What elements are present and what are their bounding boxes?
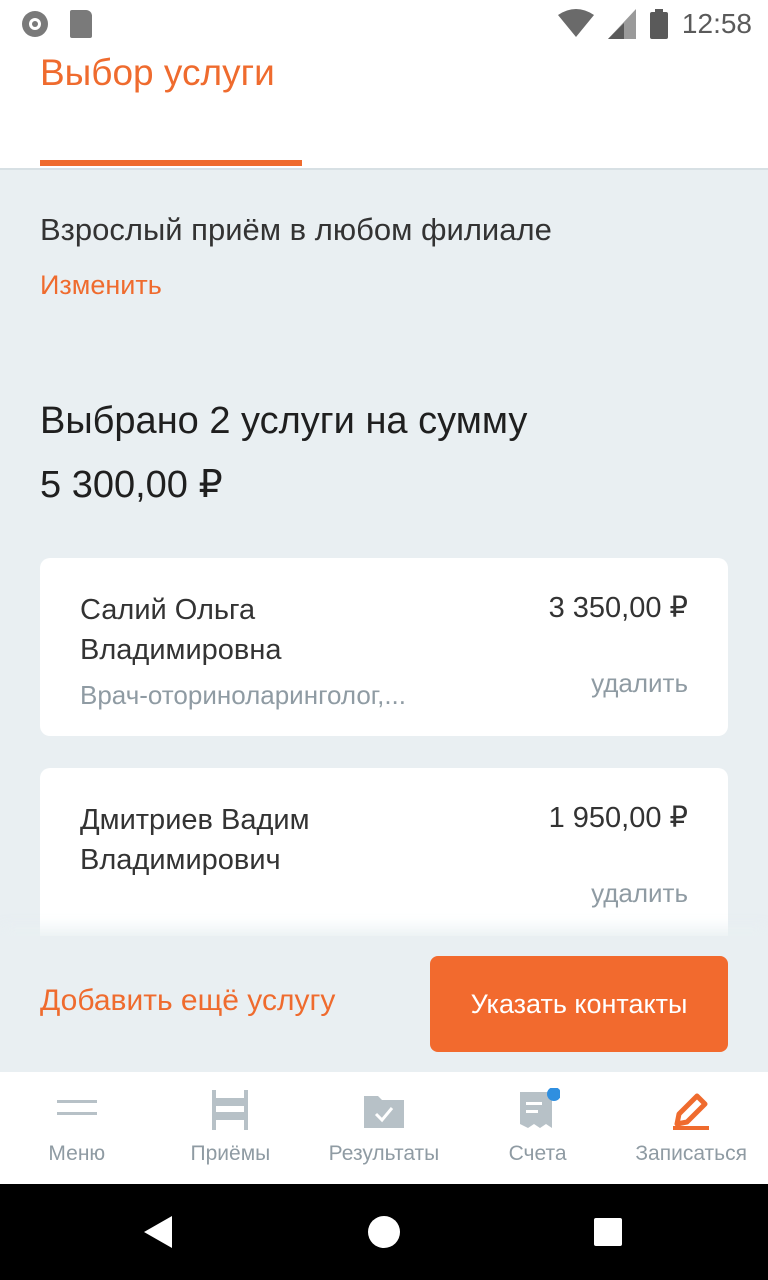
menu-icon [56,1100,97,1115]
page-title: Выбор услуги [40,52,275,93]
pencil-icon [673,1093,710,1130]
change-service-link[interactable]: Изменить [40,270,162,301]
bottom-tab-bar: Меню Приёмы Результаты Счета Записаться [0,1072,768,1184]
remove-service-button[interactable]: удалить [591,878,688,909]
tab-results[interactable]: Результаты [307,1072,461,1184]
tab-bills[interactable]: Счета [461,1072,615,1184]
tab-label: Счета [508,1142,567,1165]
appointments-icon [212,1090,249,1130]
add-service-link[interactable]: Добавить ещё услугу [40,984,335,1018]
page-header: Выбор услуги [0,48,768,170]
bills-icon [519,1088,560,1128]
status-bar: 12:58 [0,0,768,48]
tab-label: Записаться [635,1142,747,1165]
home-icon[interactable] [368,1216,400,1248]
tab-label: Результаты [328,1142,440,1165]
enter-contacts-button[interactable]: Указать контакты [430,956,728,1052]
doctor-specialty: Врач-оториноларинголог,... [80,680,406,710]
signal-icon [607,9,636,39]
service-card: Салий Ольга Владимировна 3 350,00 ₽ Врач… [40,558,728,736]
selected-service-name: Взрослый приём в любом филиале [40,212,552,247]
back-icon[interactable] [144,1216,172,1248]
bottom-action-bar: Добавить ещё услугу Указать контакты [0,936,768,1072]
wifi-icon [557,9,594,37]
system-navigation-bar [0,1184,768,1280]
record-icon [22,11,48,37]
remove-service-button[interactable]: удалить [591,668,688,699]
tab-appointments[interactable]: Приёмы [154,1072,308,1184]
doctor-name: Салий Ольга Владимировна [80,594,282,666]
service-price: 1 950,00 ₽ [548,802,688,834]
step-progress-indicator [40,160,302,166]
tab-label: Приёмы [190,1142,271,1165]
tab-menu[interactable]: Меню [0,1072,154,1184]
tab-label: Меню [48,1142,106,1165]
tab-book[interactable]: Записаться [614,1072,768,1184]
doctor-name: Дмитриев Вадим Владимирович [80,804,310,876]
selection-summary: Выбрано 2 услуги на сумму [40,400,528,442]
battery-icon [649,9,668,39]
service-price: 3 350,00 ₽ [548,592,688,624]
selection-total: 5 300,00 ₽ [40,464,223,506]
clock: 12:58 [681,8,752,39]
recent-apps-icon[interactable] [594,1218,622,1246]
sd-card-icon [70,10,92,38]
results-folder-icon [363,1096,404,1128]
